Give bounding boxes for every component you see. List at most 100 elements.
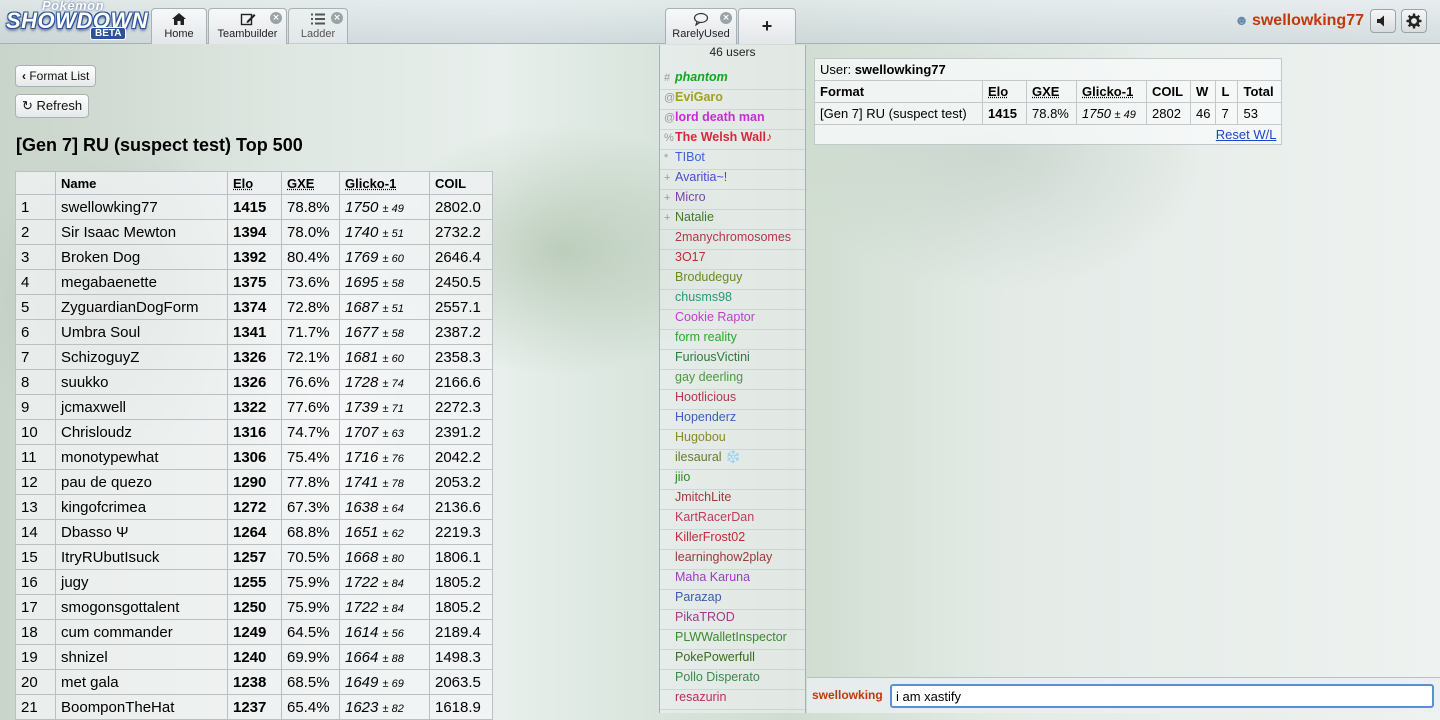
player-name-cell[interactable]: megabaenette [55,269,228,295]
player-name-cell[interactable]: Umbra Soul [55,319,228,345]
player-name-cell[interactable]: shnizel [55,644,228,670]
list-item[interactable]: 3O17 [660,250,805,270]
player-name-cell[interactable]: Broken Dog [55,244,228,270]
new-tab-button[interactable]: + [738,8,796,44]
elo-cell: 1326 [227,369,282,395]
user-name: jiio [675,470,691,484]
list-item[interactable]: Hopenderz [660,410,805,430]
coil-cell: 2053.2 [429,469,493,495]
format-list-button[interactable]: ‹ Format List [15,65,97,87]
list-item[interactable]: learninghow2play [660,550,805,570]
refresh-button[interactable]: ↻ Refresh [15,94,90,118]
list-item[interactable]: Brodudeguy [660,270,805,290]
glicko-value: 1614 [345,623,379,641]
ladder-table: Name Elo GXE Glicko-1 COIL 1 swellowking7… [15,171,493,720]
list-item[interactable]: JmitchLite [660,490,805,510]
player-name-cell[interactable]: swellowking77 [55,194,228,220]
pokemon-showdown-logo[interactable]: Pokémon SHOWDOWN BETA [2,0,148,40]
list-item[interactable]: * TIBot [660,150,805,170]
stats-glicko-value: 1750 [1082,106,1111,121]
list-item[interactable]: Pollo Disperato [660,670,805,690]
list-item[interactable]: KillerFrost02 [660,530,805,550]
list-item[interactable]: + Natalie [660,210,805,230]
table-row: 14 Dbasso Ψ 1264 68.8% 1651 ± 62 2219.3 [15,519,493,545]
player-name-cell[interactable]: smogonsgottalent [55,594,228,620]
table-row: 19 shnizel 1240 69.9% 1664 ± 88 1498.3 [15,644,493,670]
user-menu[interactable]: ☻ swellowking77 [1234,12,1364,30]
list-item[interactable]: Parazap [660,590,805,610]
list-item[interactable]: Cookie Raptor [660,310,805,330]
glicko-value: 1750 [345,198,379,216]
gxe-cell: 69.9% [281,644,340,670]
player-name-cell[interactable]: met gala [55,669,228,695]
player-name-cell[interactable]: jcmaxwell [55,394,228,420]
glicko-deviation: ± 51 [382,227,404,240]
reset-wl-link[interactable]: Reset W/L [1216,127,1277,142]
player-name-cell[interactable]: jugy [55,569,228,595]
tab-teambuilder-close-icon[interactable]: × [270,12,282,24]
player-name-cell[interactable]: kingofcrimea [55,494,228,520]
player-name-cell[interactable]: suukko [55,369,228,395]
list-item[interactable]: %The Welsh Wall♪ [660,130,805,150]
list-item[interactable]: ilesaural ❄️ [660,450,805,470]
player-name-cell[interactable]: Chrisloudz [55,419,228,445]
elo-cell: 1238 [227,669,282,695]
elo-cell: 1250 [227,594,282,620]
settings-button[interactable] [1401,9,1427,33]
elo-cell: 1316 [227,419,282,445]
glicko-value: 1677 [345,323,379,341]
glicko-cell: 1681 ± 60 [339,344,430,370]
list-item[interactable]: gay deerling [660,370,805,390]
header-username: swellowking77 [1251,12,1364,29]
stats-glicko-dev: ± 49 [1114,109,1136,121]
user-icon: ☻ [1234,12,1249,28]
list-item[interactable]: 2manychromosomes [660,230,805,250]
user-name: gay deerling [675,370,744,384]
player-name-cell[interactable]: pau de quezo [55,469,228,495]
list-item[interactable]: PokePowerfull [660,650,805,670]
player-name-cell[interactable]: ZyguardianDogForm [55,294,228,320]
list-item[interactable]: Hootlicious [660,390,805,410]
list-item[interactable]: + Avaritia~! [660,170,805,190]
player-name-cell[interactable]: BoomponTheHat [55,694,228,720]
player-name-cell[interactable]: Sir Isaac Mewton [55,219,228,245]
glicko-value: 1687 [345,298,379,316]
list-item[interactable]: + Micro [660,190,805,210]
gxe-cell: 67.3% [281,494,340,520]
sound-button[interactable] [1370,9,1396,33]
player-name-cell[interactable]: ItryRUbutIsuck [55,544,228,570]
player-name-cell[interactable]: SchizoguyZ [55,344,228,370]
chat-input[interactable] [890,684,1434,708]
list-item[interactable]: form reality [660,330,805,350]
player-name-cell[interactable]: monotypewhat [55,444,228,470]
tab-rarelyused-close-icon[interactable]: × [720,12,732,24]
list-item[interactable]: @EviGaro [660,90,805,110]
glicko-value: 1739 [345,398,379,416]
list-item[interactable]: @lord death man [660,110,805,130]
table-row: 1 swellowking77 1415 78.8% 1750 ± 49 2802.0 [15,194,493,220]
user-stats-username[interactable]: swellowking77 [855,62,946,77]
list-item[interactable]: Hugobou [660,430,805,450]
list-item[interactable]: PikaTROD [660,610,805,630]
player-name-cell[interactable]: Dbasso Ψ [55,519,228,545]
rank-cell: 10 [15,419,56,445]
user-stats-header-row: Format Elo GXE Glicko-1 COIL W L Total [814,80,1283,103]
list-item[interactable]: chusms98 [660,290,805,310]
list-item[interactable]: Maha Karuna [660,570,805,590]
tab-ladder-close-icon[interactable]: × [331,12,343,24]
gxe-cell: 75.9% [281,569,340,595]
list-item[interactable]: KartRacerDan [660,510,805,530]
tab-ladder[interactable]: Ladder × [288,8,348,44]
tab-teambuilder[interactable]: Teambuilder × [208,8,287,44]
list-item[interactable]: jiio [660,470,805,490]
list-item[interactable]: FuriousVictini [660,350,805,370]
list-item[interactable]: resazurin [660,690,805,710]
list-item[interactable]: PLWWalletInspector [660,630,805,650]
tab-home[interactable]: Home [151,8,207,44]
tab-rarelyused[interactable]: RarelyUsed × [665,8,737,44]
player-name-cell[interactable]: cum commander [55,619,228,645]
list-item[interactable]: # phantom [660,70,805,90]
chevron-left-icon: ‹ [22,69,26,83]
coil-cell: 2358.3 [429,344,493,370]
user-name: resazurin [675,690,727,704]
